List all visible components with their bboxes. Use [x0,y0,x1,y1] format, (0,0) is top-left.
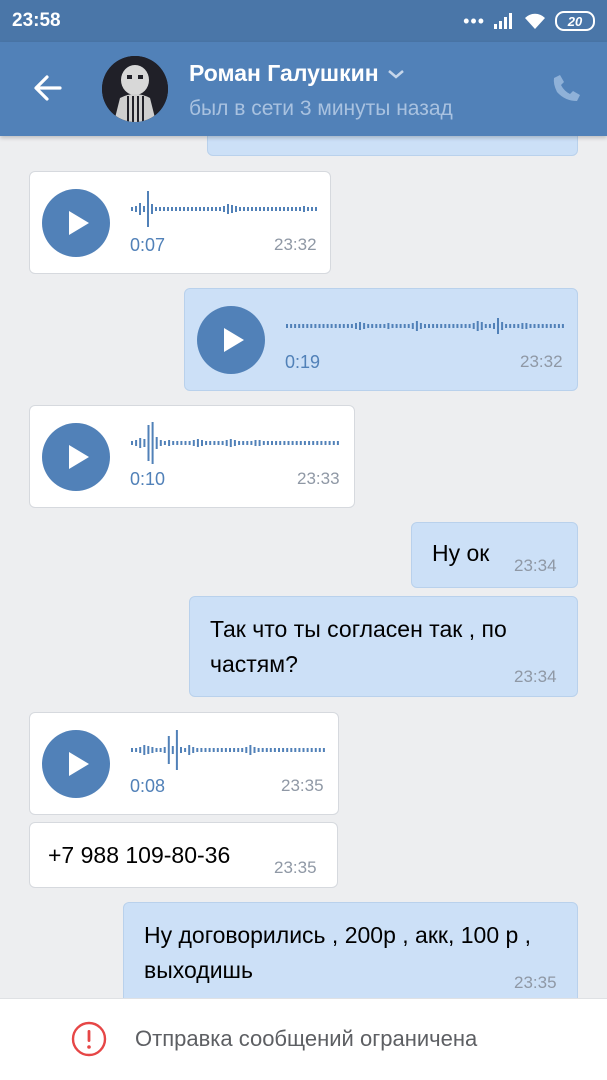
contact-name-row[interactable]: Роман Галушкин [189,60,405,87]
voice-message: 0:07 23:32 [29,171,331,274]
phone-icon[interactable] [551,72,583,104]
chat-header: Роман Галушкин был в сети 3 минуты назад [0,42,607,136]
message-text: Так что ты согласен так , по частям? [210,616,507,677]
signal-icon [494,13,512,29]
message-time: 23:33 [297,469,340,488]
text-message: +7 988 109-80-36 23:35 [29,822,338,888]
warning-icon [71,1021,107,1057]
play-button[interactable] [42,189,110,257]
contact-name: Роман Галушкин [189,60,379,86]
message-text: Ну договорились , 200р , акк, 100 р , вы… [144,922,532,983]
message-text: Ну ок [432,540,490,566]
message-time: 23:32 [520,352,563,371]
play-button[interactable] [42,423,110,491]
message-list[interactable]: 0:07 23:32 0:19 23:32 0:10 23:33 Ну ок 2… [0,136,607,998]
text-message: Ну договорились , 200р , акк, 100 р , вы… [123,902,578,998]
text-message: Ну ок 23:34 [411,522,578,588]
battery-indicator: 20 [555,11,595,31]
voice-duration: 0:19 [285,352,321,372]
voice-waveform[interactable] [286,305,566,347]
online-status: был в сети 3 минуты назад [189,97,453,120]
voice-waveform[interactable] [131,188,319,230]
back-arrow-icon[interactable] [30,70,66,106]
play-button[interactable] [42,730,110,798]
status-bar: 23:58 ••• 20 [0,0,607,42]
voice-message: 0:10 23:33 [29,405,355,508]
message-time: 23:34 [514,667,557,686]
message-time: 23:35 [514,973,557,992]
voice-duration: 0:10 [130,469,166,489]
more-notifications-icon: ••• [463,11,485,31]
voice-message: 0:19 23:32 [184,288,578,391]
chevron-down-icon [387,69,404,79]
phone-number-link[interactable]: +7 988 109-80-36 [48,838,230,873]
play-button[interactable] [197,306,265,374]
wifi-icon [525,13,545,29]
voice-message: 0:08 23:35 [29,712,339,815]
message-time: 23:32 [274,235,317,254]
status-time: 23:58 [12,10,61,31]
message-time: 23:35 [281,776,324,795]
voice-waveform[interactable] [131,422,341,464]
message-time: 23:34 [514,556,557,575]
voice-waveform[interactable] [131,729,327,771]
message-bubble-partial [207,136,578,156]
avatar[interactable] [102,56,168,122]
text-message: Так что ты согласен так , по частям? 23:… [189,596,578,697]
status-icons: ••• 20 [463,11,595,31]
message-time: 23:35 [274,858,317,877]
restriction-notice: Отправка сообщений ограничена [135,1026,478,1051]
input-restricted-bar: Отправка сообщений ограничена [0,998,607,1080]
voice-duration: 0:08 [130,776,166,796]
voice-duration: 0:07 [130,235,166,255]
